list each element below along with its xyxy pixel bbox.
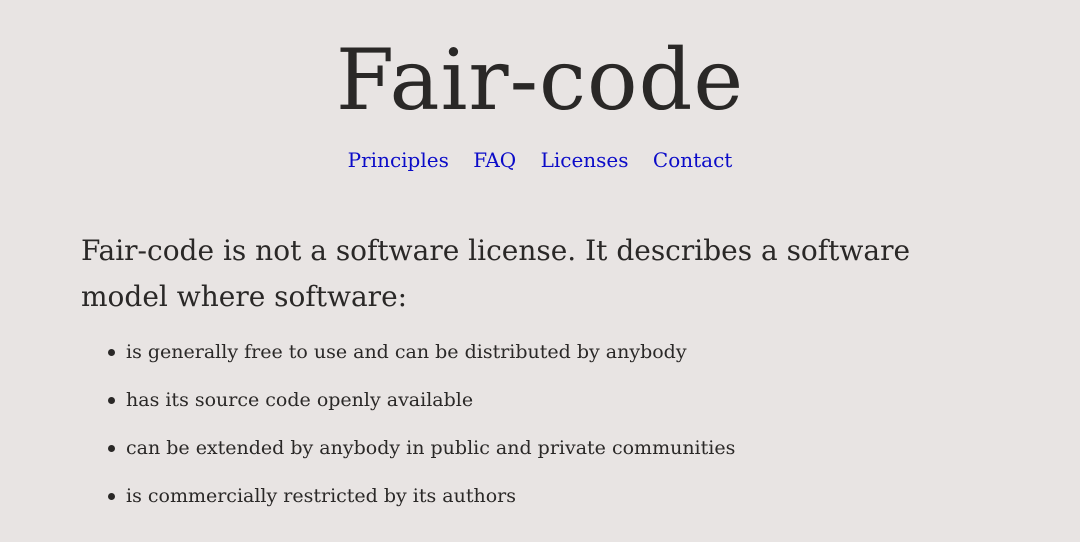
list-item-text: is generally free to use and can be dist… — [126, 341, 687, 363]
main-nav: Principles FAQ Licenses Contact — [0, 146, 1080, 174]
nav-link-principles[interactable]: Principles — [348, 148, 449, 172]
nav-link-faq[interactable]: FAQ — [473, 148, 516, 172]
list-item: is generally free to use and can be dist… — [81, 334, 981, 382]
bullet-icon — [108, 349, 115, 356]
page-title: Fair-code — [335, 31, 745, 129]
bullet-icon — [108, 445, 115, 452]
list-item-text: has its source code openly available — [126, 389, 474, 411]
list-item-text: can be extended by anybody in public and… — [126, 437, 736, 459]
list-item: has its source code openly available — [81, 382, 981, 430]
list-item-text: is commercially restricted by its author… — [126, 485, 517, 507]
intro-paragraph: Fair-code is not a software license. It … — [81, 234, 911, 313]
nav-link-licenses[interactable]: Licenses — [541, 148, 629, 172]
list-item: is commercially restricted by its author… — [81, 478, 981, 526]
nav-link-contact[interactable]: Contact — [653, 148, 732, 172]
principles-list: is generally free to use and can be dist… — [81, 334, 981, 526]
bullet-icon — [108, 493, 115, 500]
bullet-icon — [108, 397, 115, 404]
list-item: can be extended by anybody in public and… — [81, 430, 981, 478]
